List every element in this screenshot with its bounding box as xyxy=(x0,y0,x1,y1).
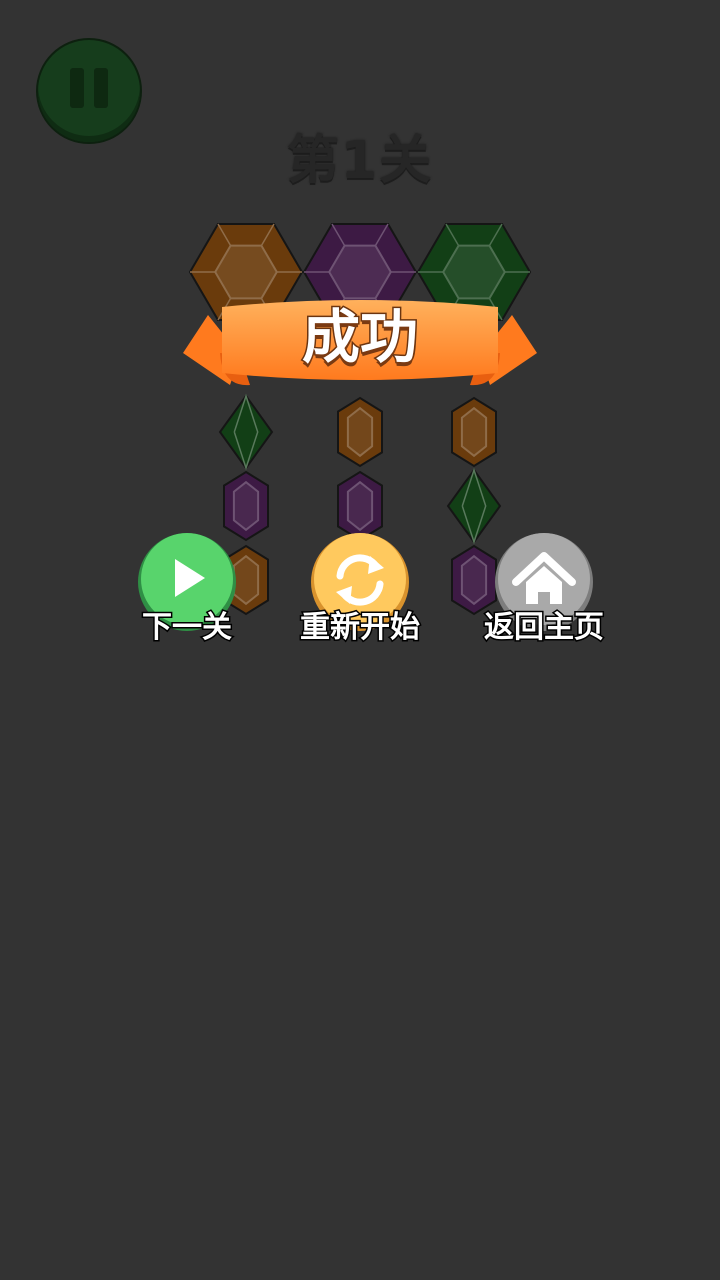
tube-2-gem-2 xyxy=(337,470,383,542)
next-level-label: 下一关 xyxy=(141,609,234,647)
tube-1-gem-2 xyxy=(223,470,269,542)
tube-3-gem-2 xyxy=(446,467,502,545)
tube-2-gem-1 xyxy=(337,396,383,468)
restart-label: 重新开始 xyxy=(299,609,422,647)
home-label: 返回主页 xyxy=(483,609,606,647)
banner-title: 成功 xyxy=(300,302,419,373)
tube-1-gem-1 xyxy=(218,393,274,471)
tube-3-gem-1 xyxy=(451,396,497,468)
